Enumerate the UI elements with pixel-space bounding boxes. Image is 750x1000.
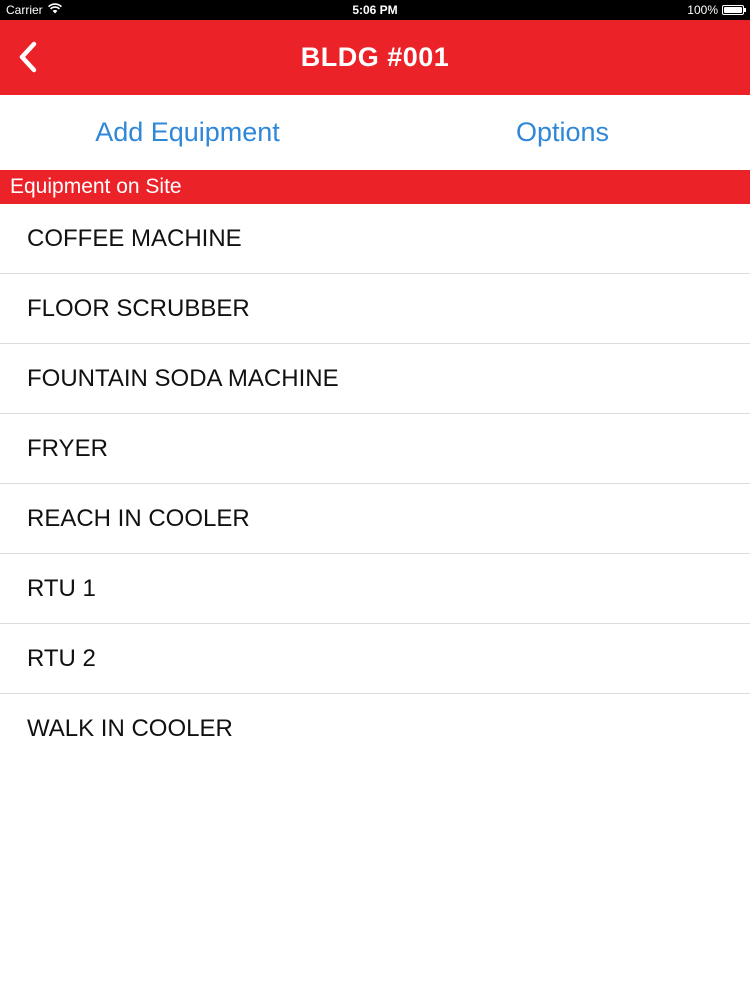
chevron-left-icon: [19, 41, 37, 73]
list-item-floor-scrubber[interactable]: FLOOR SCRUBBER: [0, 274, 750, 344]
action-bar: Add Equipment Options: [0, 95, 750, 170]
battery-fill: [724, 7, 742, 13]
status-bar: Carrier 5:06 PM 100%: [0, 0, 750, 20]
page-title: BLDG #001: [300, 42, 450, 72]
battery-icon: [722, 5, 746, 15]
navigation-bar: BLDG #001: [0, 20, 750, 95]
list-item-reach-in-cooler[interactable]: REACH IN COOLER: [0, 484, 750, 554]
list-item-coffee-machine[interactable]: COFFEE MACHINE: [0, 204, 750, 274]
list-item-fountain-soda-machine[interactable]: FOUNTAIN SODA MACHINE: [0, 344, 750, 414]
back-button[interactable]: [6, 32, 50, 82]
list-item-fryer[interactable]: FRYER: [0, 414, 750, 484]
battery-percent: 100%: [687, 3, 718, 17]
list-item-rtu-1[interactable]: RTU 1: [0, 554, 750, 624]
add-equipment-button[interactable]: Add Equipment: [0, 95, 375, 170]
options-button[interactable]: Options: [375, 95, 750, 170]
section-header: Equipment on Site: [0, 170, 750, 204]
status-bar-right: 100%: [687, 3, 746, 17]
status-time: 5:06 PM: [352, 3, 398, 17]
list-item-walk-in-cooler[interactable]: WALK IN COOLER: [0, 694, 750, 764]
list-item-rtu-2[interactable]: RTU 2: [0, 624, 750, 694]
equipment-list: COFFEE MACHINE FLOOR SCRUBBER FOUNTAIN S…: [0, 204, 750, 764]
